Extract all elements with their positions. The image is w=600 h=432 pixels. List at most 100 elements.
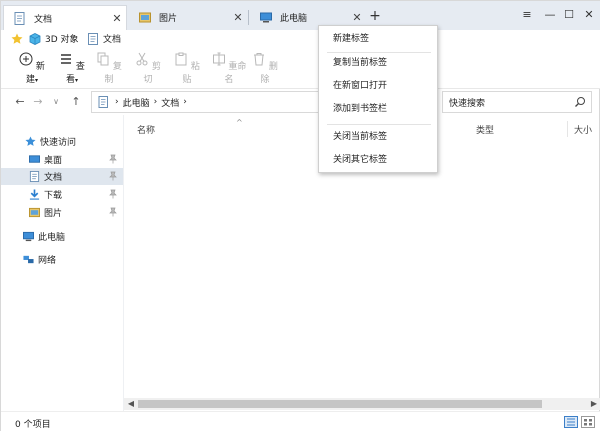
toolbar-ribbon: 新建▾ 查看▾ 复制 剪切 粘贴 重命名 删除 xyxy=(1,49,600,89)
dropdown-caret: ▾ xyxy=(75,77,79,84)
menu-item-close-other-tabs[interactable]: 关闭其它标签 xyxy=(319,150,437,170)
search-box[interactable]: 快速搜索 xyxy=(442,91,592,113)
tab-documents[interactable]: 文档 ✕ xyxy=(3,5,127,30)
column-header-type[interactable]: 类型 xyxy=(476,123,494,136)
cut-button[interactable]: 剪切 xyxy=(131,52,165,85)
back-button[interactable]: ← xyxy=(13,95,27,109)
scrollbar-thumb[interactable] xyxy=(138,400,542,408)
cube-3d-icon xyxy=(29,32,41,45)
menu-item-add-to-bookmarks[interactable]: 添加到书签栏 xyxy=(319,99,437,119)
maximize-button[interactable]: ☐ xyxy=(559,7,579,23)
pin-icon[interactable] xyxy=(108,189,118,199)
sidebar-item-downloads[interactable]: 下载 xyxy=(1,186,123,203)
details-view-icon xyxy=(567,418,575,426)
column-header-size[interactable]: 大小 xyxy=(574,123,592,136)
horizontal-scrollbar[interactable]: ◀ ▶ xyxy=(124,398,600,410)
paste-button[interactable]: 粘贴 xyxy=(170,52,204,85)
minimize-button[interactable]: — xyxy=(540,7,560,23)
breadcrumb-this-pc[interactable]: 此电脑 xyxy=(123,96,150,109)
close-tab-icon[interactable]: ✕ xyxy=(348,11,366,24)
menu-item-duplicate-tab[interactable]: 复制当前标签 xyxy=(319,53,437,73)
pin-icon[interactable] xyxy=(108,207,118,217)
details-view-button[interactable] xyxy=(564,416,578,428)
sidebar-item-this-pc[interactable]: 此电脑 xyxy=(1,228,123,245)
sort-ascending-icon: ^ xyxy=(236,118,243,127)
sidebar-item-label: 桌面 xyxy=(44,156,63,166)
navigation-pane: 快速访问 桌面 文档 下载 图片 此电脑 网络 xyxy=(1,121,123,409)
new-icon xyxy=(19,52,33,66)
sidebar-item-label: 此电脑 xyxy=(38,233,66,243)
sidebar-item-documents[interactable]: 文档 xyxy=(1,168,123,185)
view-icon xyxy=(61,54,72,64)
new-tab-button[interactable]: + xyxy=(367,7,383,25)
tab-label: 文档 xyxy=(34,14,53,25)
menu-icon[interactable]: ≡ xyxy=(517,7,537,23)
sidebar-item-network[interactable]: 网络 xyxy=(1,251,123,268)
view-button[interactable]: 查看▾ xyxy=(55,52,89,85)
search-placeholder: 快速搜索 xyxy=(449,98,486,109)
breadcrumb-separator: › xyxy=(183,97,187,107)
network-icon xyxy=(23,255,34,264)
menu-item-close-current-tab[interactable]: 关闭当前标签 xyxy=(319,127,437,147)
delete-icon xyxy=(254,53,265,66)
favorite-3d-objects[interactable]: 3D 对象 xyxy=(29,32,79,45)
forward-button[interactable]: → xyxy=(31,95,45,109)
column-header-name[interactable]: 名称 xyxy=(137,123,155,136)
scroll-left-icon[interactable]: ◀ xyxy=(125,398,137,410)
menu-item-open-in-new-window[interactable]: 在新窗口打开 xyxy=(319,76,437,96)
document-icon xyxy=(14,11,25,25)
rename-button[interactable]: 重命名 xyxy=(209,52,249,85)
sidebar-item-quick-access[interactable]: 快速访问 xyxy=(1,133,123,150)
paste-icon xyxy=(175,52,187,66)
sidebar-item-label: 网络 xyxy=(38,256,57,266)
status-bar: 0 个项目 xyxy=(1,411,600,432)
sidebar-item-desktop[interactable]: 桌面 xyxy=(1,151,123,168)
sidebar-item-label: 文档 xyxy=(44,173,63,183)
scroll-right-icon[interactable]: ▶ xyxy=(588,398,600,410)
up-button[interactable]: ↑ xyxy=(69,95,83,109)
tab-label: 此电脑 xyxy=(280,14,308,24)
large-icons-view-button[interactable] xyxy=(581,416,595,428)
cut-icon xyxy=(136,52,148,66)
tab-label: 图片 xyxy=(159,14,178,24)
rename-label: 重命名 xyxy=(224,62,247,85)
explorer-window: 文档 ✕ 图片 ✕ 此电脑 ✕ + ≡ — ☐ ✕ 3D 对象 文档 新建▾ 查… xyxy=(0,0,600,432)
column-divider[interactable] xyxy=(567,121,568,137)
dropdown-caret: ▾ xyxy=(35,77,39,84)
picture-folder-icon xyxy=(29,207,40,218)
tab-context-menu: 新建标签 复制当前标签 在新窗口打开 添加到书签栏 关闭当前标签 关闭其它标签 xyxy=(318,25,438,173)
favorite-documents[interactable]: 文档 xyxy=(87,32,121,45)
tab-pictures[interactable]: 图片 ✕ xyxy=(129,5,247,30)
favorites-bar: 3D 对象 文档 xyxy=(1,30,600,49)
tab-bar: 文档 ✕ 图片 ✕ 此电脑 ✕ + ≡ — ☐ ✕ xyxy=(1,1,600,30)
close-tab-icon[interactable]: ✕ xyxy=(229,11,247,24)
picture-folder-icon xyxy=(139,12,151,23)
pin-icon[interactable] xyxy=(108,154,118,164)
new-button[interactable]: 新建▾ xyxy=(15,52,49,85)
computer-icon xyxy=(260,12,272,23)
large-icons-view-icon xyxy=(584,419,592,426)
copy-button[interactable]: 复制 xyxy=(92,52,126,85)
breadcrumb-separator: › xyxy=(153,97,158,107)
item-count: 0 个项目 xyxy=(15,420,51,430)
delete-button[interactable]: 删除 xyxy=(248,52,282,85)
menu-item-new-tab[interactable]: 新建标签 xyxy=(319,29,437,49)
pane-divider[interactable] xyxy=(123,115,124,411)
star-icon xyxy=(11,33,23,44)
search-icon[interactable] xyxy=(574,96,586,108)
close-window-button[interactable]: ✕ xyxy=(579,7,599,23)
computer-icon xyxy=(23,231,34,242)
document-icon xyxy=(88,32,98,45)
breadcrumb-documents[interactable]: 文档 xyxy=(161,96,179,109)
pin-icon[interactable] xyxy=(108,171,118,181)
sidebar-item-label: 图片 xyxy=(44,209,63,219)
recent-locations-dropdown[interactable]: ∨ xyxy=(49,95,63,109)
close-tab-icon[interactable]: ✕ xyxy=(108,12,126,25)
sidebar-item-pictures[interactable]: 图片 xyxy=(1,204,123,221)
favorite-label: 3D 对象 xyxy=(45,35,79,45)
rename-icon xyxy=(212,52,225,66)
star-icon xyxy=(25,136,36,146)
document-icon xyxy=(29,171,40,182)
document-icon xyxy=(98,96,108,108)
tab-divider xyxy=(248,10,249,25)
